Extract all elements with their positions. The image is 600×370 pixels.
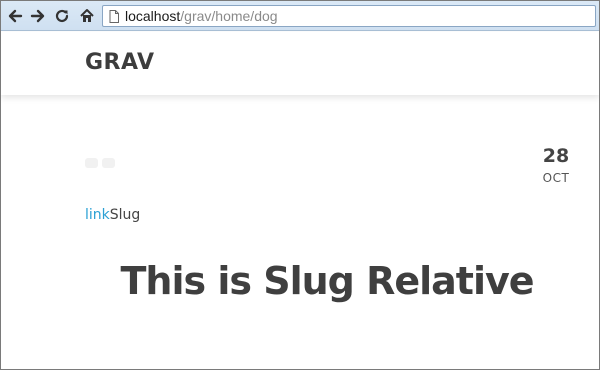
browser-toolbar: localhost/grav/home/dog <box>1 1 599 31</box>
slug-link-suffix: Slug <box>109 207 141 223</box>
url-text: localhost/grav/home/dog <box>125 8 278 24</box>
page-heading: This is Slug Relative <box>120 259 534 303</box>
home-icon[interactable] <box>77 6 97 26</box>
date-day: 28 <box>542 145 570 167</box>
reload-icon[interactable] <box>52 6 72 26</box>
browser-window: localhost/grav/home/dog GRAV 28 OCT link… <box>0 0 600 370</box>
site-logo[interactable]: GRAV <box>85 50 155 75</box>
slug-link[interactable]: link <box>85 207 110 223</box>
site-header: GRAV <box>1 32 599 95</box>
post-date: 28 OCT <box>529 145 583 185</box>
faded-title-placeholder <box>85 151 121 175</box>
page-icon <box>109 9 119 23</box>
post-link-line: linkSlug <box>85 207 140 223</box>
back-arrow-icon[interactable] <box>5 6 25 26</box>
address-bar[interactable]: localhost/grav/home/dog <box>102 5 596 27</box>
date-month: OCT <box>542 171 570 185</box>
forward-arrow-icon[interactable] <box>28 6 48 26</box>
